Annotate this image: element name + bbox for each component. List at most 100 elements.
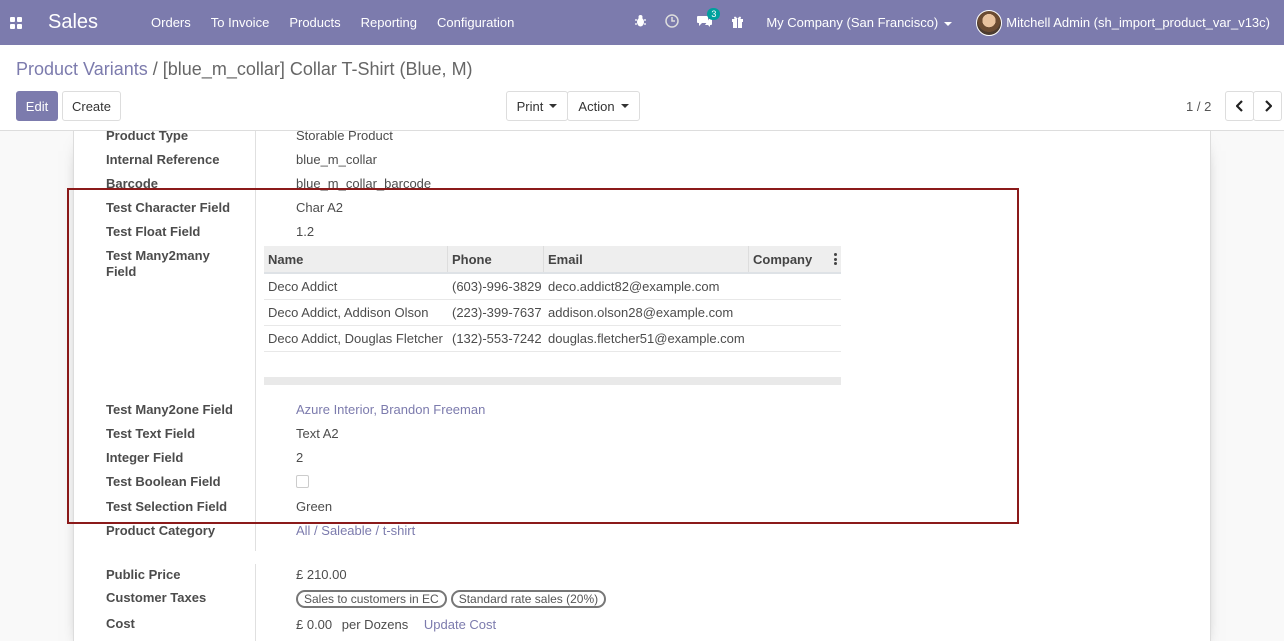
cell-email: douglas.fletcher51@example.com — [548, 331, 745, 346]
field-value: Green — [296, 499, 333, 514]
field-internal-reference: Internal Reference blue_m_collar — [106, 152, 1106, 176]
apps-menu-icon[interactable] — [10, 16, 22, 29]
breadcrumb: Product Variants / [blue_m_collar] Colla… — [16, 59, 473, 80]
cell-phone: (223)-399-7637 — [452, 305, 542, 320]
update-cost-button[interactable]: Update Cost — [424, 617, 496, 632]
user-menu[interactable]: Mitchell Admin (sh_import_product_var_v1… — [976, 9, 1270, 36]
many2one-link[interactable]: Azure Interior, Brandon Freeman — [296, 402, 485, 418]
clock-icon[interactable] — [665, 14, 680, 31]
field-test-selection: Test Selection Field Green — [106, 499, 1106, 523]
breadcrumb-parent[interactable]: Product Variants — [16, 59, 148, 79]
action-button[interactable]: Action — [567, 91, 640, 121]
systray: 3 My Company (San Francisco) Mitchell Ad… — [634, 0, 1284, 45]
cell-company — [749, 300, 841, 325]
field-value: blue_m_collar_barcode — [296, 176, 432, 191]
company-name: My Company (San Francisco) — [766, 15, 939, 30]
field-label: Test Many2many Field — [106, 248, 210, 279]
field-label: Test Float Field — [106, 224, 201, 239]
table-header: Name Phone Email Company — [264, 246, 841, 274]
field-label: Integer Field — [106, 450, 184, 465]
table-row[interactable]: Deco Addict (603)-996-3829 deco.addict82… — [264, 274, 841, 300]
cell-company — [749, 326, 841, 351]
field-product-category: Product Category All / Saleable / t-shir… — [106, 523, 1106, 547]
menu-configuration[interactable]: Configuration — [437, 15, 514, 30]
column-email[interactable]: Email — [544, 246, 749, 272]
boolean-checkbox[interactable] — [296, 475, 309, 488]
field-test-float: Test Float Field 1.2 — [106, 224, 1106, 248]
field-label: Customer Taxes — [106, 590, 207, 605]
chevron-down-icon — [944, 21, 953, 26]
field-customer-taxes: Customer Taxes Sales to customers in EC … — [106, 590, 1106, 614]
pager-value: 1 / 2 — [1186, 99, 1212, 114]
menu-orders[interactable]: Orders — [151, 15, 191, 30]
table-row[interactable]: Deco Addict, Douglas Fletcher (132)-553-… — [264, 326, 841, 352]
field-value: blue_m_collar — [296, 152, 377, 167]
chevron-down-icon — [620, 104, 629, 108]
field-value: £ 210.00 — [296, 567, 347, 582]
cell-company — [749, 274, 841, 299]
edit-button[interactable]: Edit — [16, 91, 58, 121]
avatar — [976, 9, 1003, 36]
field-value: Storable Product — [296, 131, 393, 143]
print-button[interactable]: Print — [506, 91, 568, 121]
field-test-boolean: Test Boolean Field — [106, 474, 1106, 498]
cost-unit: per Dozens — [341, 617, 409, 632]
field-label: Internal Reference — [106, 152, 220, 167]
pager-previous-button[interactable] — [1225, 91, 1254, 121]
field-barcode: Barcode blue_m_collar_barcode — [106, 176, 1106, 200]
field-label: Test Character Field — [106, 200, 231, 215]
action-label: Action — [578, 98, 615, 114]
field-label: Product Type — [106, 131, 189, 143]
chat-badge: 3 — [707, 8, 721, 20]
pager-next-button[interactable] — [1253, 91, 1282, 121]
field-value: 2 — [296, 450, 304, 465]
breadcrumb-separator: / — [152, 59, 158, 79]
app-brand[interactable]: Sales — [48, 11, 98, 34]
chevron-left-icon — [1235, 100, 1243, 112]
menu-products[interactable]: Products — [289, 15, 340, 30]
column-name[interactable]: Name — [264, 246, 448, 272]
cell-email: addison.olson28@example.com — [548, 305, 734, 320]
table-scrollbar[interactable] — [264, 377, 841, 385]
column-company[interactable]: Company — [749, 246, 841, 272]
column-options-icon[interactable] — [834, 253, 837, 265]
menu-reporting[interactable]: Reporting — [361, 15, 417, 30]
cell-email: deco.addict82@example.com — [548, 279, 720, 294]
create-button[interactable]: Create — [62, 91, 121, 121]
form-view: Product Type Storable Product Internal R… — [0, 131, 1284, 641]
field-cost: Cost £ 0.00 per Dozens Update Cost — [106, 616, 1106, 640]
company-switcher[interactable]: My Company (San Francisco) — [766, 15, 953, 30]
gift-icon[interactable] — [731, 15, 744, 31]
field-label: Public Price — [106, 567, 181, 582]
tax-tag[interactable]: Standard rate sales (20%) — [450, 590, 607, 608]
column-phone[interactable]: Phone — [448, 246, 544, 272]
field-label: Test Text Field — [106, 426, 196, 441]
menu-to-invoice[interactable]: To Invoice — [211, 15, 270, 30]
user-name: Mitchell Admin (sh_import_product_var_v1… — [1006, 15, 1270, 30]
cost-value-wrap: £ 0.00 per Dozens Update Cost — [296, 617, 496, 633]
field-label: Product Category — [106, 523, 216, 538]
form-sheet: Product Type Storable Product Internal R… — [73, 131, 1211, 641]
table-row[interactable]: Deco Addict, Addison Olson (223)-399-763… — [264, 300, 841, 326]
tax-tag[interactable]: Sales to customers in EC — [296, 590, 447, 608]
category-link[interactable]: All / Saleable / t-shirt — [296, 523, 415, 539]
field-label: Cost — [106, 616, 135, 631]
field-label: Barcode — [106, 176, 159, 191]
boolean-checkbox-wrap — [296, 475, 309, 492]
chat-icon[interactable]: 3 — [697, 8, 721, 31]
control-panel: Product Variants / [blue_m_collar] Colla… — [0, 45, 1284, 131]
field-product-type: Product Type Storable Product — [106, 131, 1106, 152]
field-value: Text A2 — [296, 426, 339, 441]
field-label: Test Many2one Field — [106, 402, 233, 417]
breadcrumb-current: [blue_m_collar] Collar T-Shirt (Blue, M) — [162, 59, 473, 79]
field-label: Test Selection Field — [106, 499, 228, 514]
field-label: Test Boolean Field — [106, 474, 221, 489]
many2many-table: Name Phone Email Company Deco Addict (60… — [264, 246, 841, 352]
field-value: 1.2 — [296, 224, 315, 239]
field-test-many2one: Test Many2one Field Azure Interior, Bran… — [106, 402, 1106, 426]
bug-icon[interactable] — [634, 14, 647, 31]
chevron-right-icon — [1264, 100, 1272, 112]
field-value: Char A2 — [296, 200, 343, 215]
cell-name: Deco Addict, Addison Olson — [268, 305, 429, 320]
print-label: Print — [516, 98, 544, 114]
